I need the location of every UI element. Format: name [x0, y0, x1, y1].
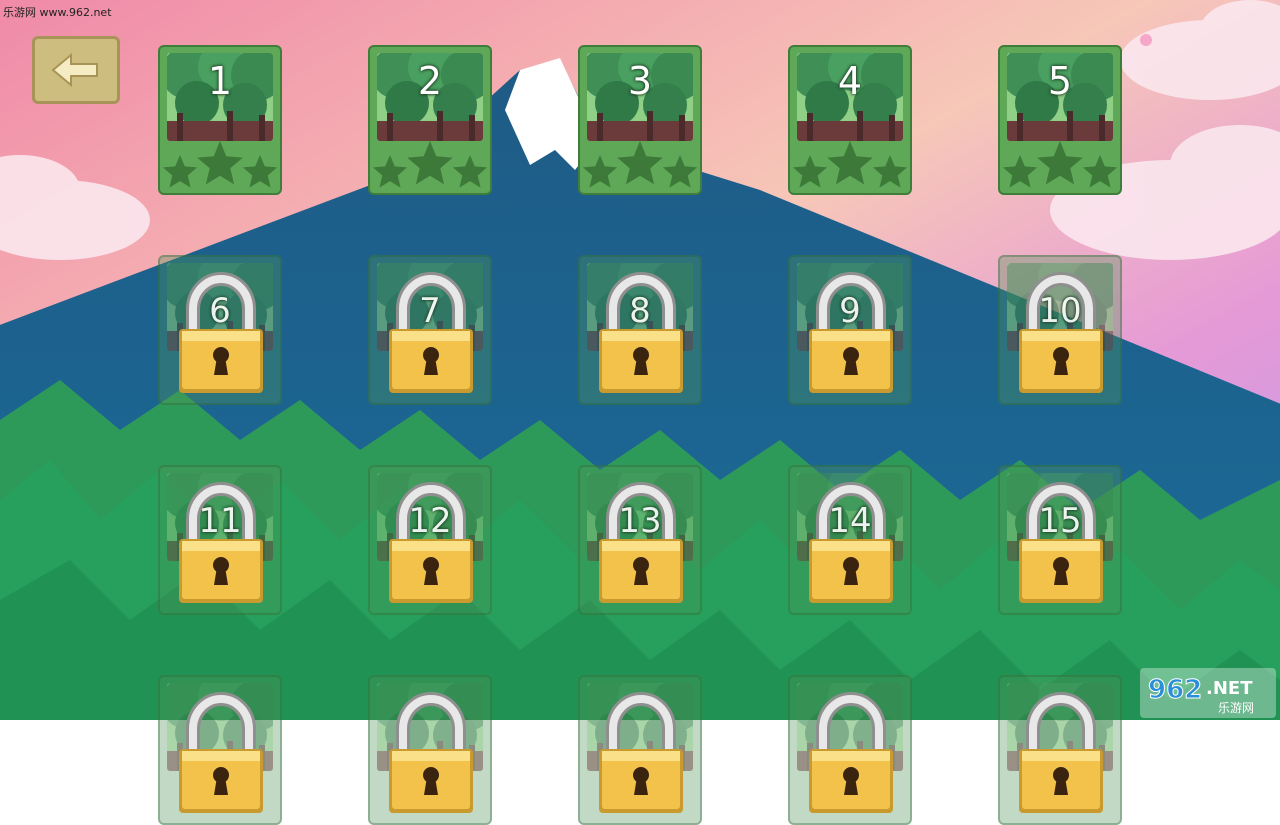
logo-number: 962 [1148, 675, 1202, 705]
logo-subtitle: 乐游网 [1218, 701, 1254, 715]
arrow-left-icon [51, 52, 98, 88]
padlock-icon [1019, 482, 1103, 603]
star-icon [827, 141, 873, 185]
padlock-icon [389, 692, 473, 813]
star-icon [1002, 155, 1038, 188]
star-rating [582, 141, 698, 188]
star-icon [792, 155, 828, 188]
level-card[interactable]: 6 [158, 255, 282, 405]
level-number: 1 [207, 59, 233, 103]
star-icon [872, 155, 908, 188]
level-card[interactable]: 13 [578, 465, 702, 615]
logo-suffix: .NET [1206, 678, 1253, 699]
star-icon [197, 141, 243, 185]
level-card[interactable]: 3 [578, 45, 702, 195]
padlock-icon [1019, 272, 1103, 393]
star-icon [242, 155, 278, 188]
star-rating [792, 141, 908, 188]
padlock-icon [179, 272, 263, 393]
padlock-icon [179, 482, 263, 603]
level-card[interactable]: 10 [998, 255, 1122, 405]
padlock-icon [599, 692, 683, 813]
padlock-icon [1019, 692, 1103, 813]
star-icon [617, 141, 663, 185]
star-rating [372, 141, 488, 188]
level-card[interactable]: 1 [158, 45, 282, 195]
padlock-icon [179, 692, 263, 813]
watermark-text: 乐游网 www.962.net [3, 6, 112, 19]
padlock-icon [389, 272, 473, 393]
level-card[interactable] [788, 675, 912, 825]
level-card[interactable] [368, 675, 492, 825]
level-card[interactable] [158, 675, 282, 825]
padlock-icon [599, 482, 683, 603]
level-card[interactable]: 8 [578, 255, 702, 405]
level-number: 5 [1047, 59, 1073, 103]
star-icon [452, 155, 488, 188]
site-logo: 962 .NET 乐游网 [1140, 668, 1276, 718]
star-icon [582, 155, 618, 188]
level-card[interactable] [578, 675, 702, 825]
padlock-icon [809, 482, 893, 603]
level-card[interactable]: 7 [368, 255, 492, 405]
level-card[interactable] [998, 675, 1122, 825]
star-icon [662, 155, 698, 188]
star-icon [407, 141, 453, 185]
level-card[interactable]: 4 [788, 45, 912, 195]
star-rating [1002, 141, 1118, 188]
level-card[interactable]: 5 [998, 45, 1122, 195]
star-icon [372, 155, 408, 188]
back-button[interactable] [32, 36, 120, 104]
padlock-icon [809, 272, 893, 393]
star-rating [162, 141, 278, 188]
level-card[interactable]: 14 [788, 465, 912, 615]
level-card[interactable]: 15 [998, 465, 1122, 615]
level-number: 3 [627, 59, 653, 103]
level-number: 2 [417, 59, 443, 103]
level-card[interactable]: 2 [368, 45, 492, 195]
level-number: 4 [837, 59, 863, 103]
level-card[interactable]: 9 [788, 255, 912, 405]
star-icon [162, 155, 198, 188]
star-icon [1037, 141, 1083, 185]
level-card[interactable]: 12 [368, 465, 492, 615]
star-icon [1082, 155, 1118, 188]
padlock-icon [809, 692, 893, 813]
padlock-icon [599, 272, 683, 393]
padlock-icon [389, 482, 473, 603]
level-card[interactable]: 11 [158, 465, 282, 615]
